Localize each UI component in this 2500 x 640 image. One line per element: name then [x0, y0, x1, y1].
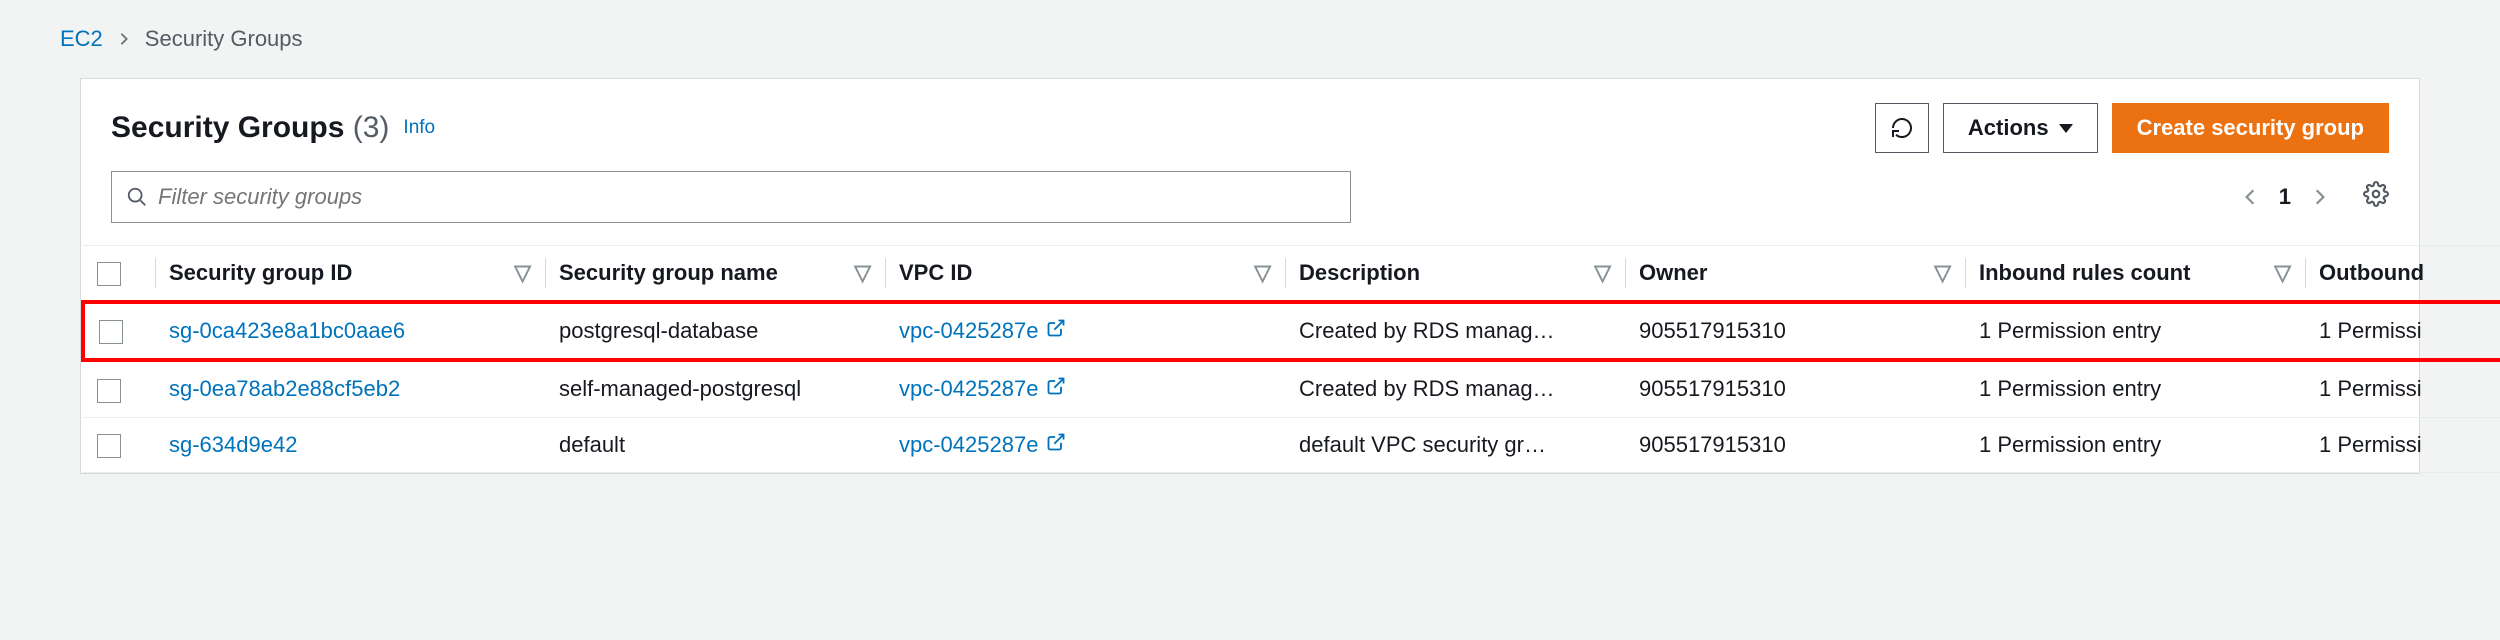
sort-icon: ▽	[514, 260, 531, 286]
sort-icon: ▽	[1594, 260, 1611, 286]
cell-sgid: sg-0ca423e8a1bc0aae6	[155, 302, 545, 360]
cell-desc: Created by RDS manag…	[1285, 302, 1625, 360]
search-input[interactable]	[158, 184, 1336, 210]
vpc-id-link[interactable]: vpc-0425287e	[899, 432, 1038, 458]
sort-icon: ▽	[2274, 260, 2291, 286]
cell-vpc: vpc-0425287e	[885, 360, 1285, 417]
security-group-id-link[interactable]: sg-0ca423e8a1bc0aae6	[169, 318, 405, 343]
security-group-id-link[interactable]: sg-0ea78ab2e88cf5eb2	[169, 376, 400, 401]
breadcrumb: EC2 Security Groups	[0, 0, 2500, 72]
table-row[interactable]: sg-0ca423e8a1bc0aae6 postgresql-database v…	[83, 302, 2500, 360]
cell-inbound: 1 Permission entry	[1965, 360, 2305, 417]
col-header-sgid[interactable]: Security group ID ▽	[155, 246, 545, 303]
cell-owner: 905517915310	[1625, 417, 1965, 472]
col-header-sgname[interactable]: Security group name ▽	[545, 246, 885, 303]
cell-owner: 905517915310	[1625, 360, 1965, 417]
col-header-outbound[interactable]: Outbound	[2305, 246, 2500, 303]
select-all-checkbox[interactable]	[97, 262, 121, 286]
row-select-cell	[83, 360, 155, 417]
row-checkbox[interactable]	[97, 434, 121, 458]
panel-title: Security Groups (3)	[111, 111, 389, 145]
cell-outbound: 1 Permissi	[2305, 417, 2500, 472]
cell-vpc: vpc-0425287e	[885, 417, 1285, 472]
col-header-desc[interactable]: Description ▽	[1285, 246, 1625, 303]
row-select-cell	[83, 302, 155, 360]
cell-sgname: self-managed-postgresql	[545, 360, 885, 417]
next-page-icon[interactable]	[2311, 188, 2329, 206]
search-box[interactable]	[111, 171, 1351, 223]
cell-inbound: 1 Permission entry	[1965, 302, 2305, 360]
actions-button[interactable]: Actions	[1943, 103, 2098, 153]
external-link-icon[interactable]	[1046, 376, 1066, 402]
col-header-owner-label: Owner	[1639, 260, 1707, 285]
prev-page-icon[interactable]	[2241, 188, 2259, 206]
cell-outbound: 1 Permissi	[2305, 302, 2500, 360]
sort-icon: ▽	[1254, 260, 1271, 286]
pagination: 1	[2241, 181, 2389, 213]
security-groups-table: Security group ID▽ Security group name▽ …	[81, 245, 2500, 473]
cell-sgid: sg-634d9e42	[155, 417, 545, 472]
cell-desc: Created by RDS manag…	[1285, 360, 1625, 417]
gear-icon	[2363, 181, 2389, 207]
security-group-id-link[interactable]: sg-634d9e42	[169, 432, 297, 457]
col-header-owner[interactable]: Owner ▽	[1625, 246, 1965, 303]
sort-icon: ▽	[1934, 260, 1951, 286]
cell-sgid: sg-0ea78ab2e88cf5eb2	[155, 360, 545, 417]
col-header-outbound-label: Outbound	[2319, 260, 2424, 285]
panel-count: (3)	[353, 111, 390, 144]
col-header-desc-label: Description	[1299, 260, 1420, 285]
row-checkbox[interactable]	[99, 320, 123, 344]
refresh-icon	[1890, 116, 1914, 140]
panel-header: Security Groups (3) Info Actions Create …	[81, 79, 2419, 171]
table-header-row: Security group ID▽ Security group name▽ …	[83, 246, 2500, 303]
vpc-id-link[interactable]: vpc-0425287e	[899, 376, 1038, 402]
col-header-inbound-label: Inbound rules count	[1979, 260, 2190, 285]
search-icon	[126, 186, 148, 208]
breadcrumb-root-link[interactable]: EC2	[60, 26, 103, 52]
cell-desc: default VPC security gr…	[1285, 417, 1625, 472]
row-checkbox[interactable]	[97, 379, 121, 403]
info-link[interactable]: Info	[403, 117, 435, 139]
cell-vpc: vpc-0425287e	[885, 302, 1285, 360]
chevron-right-icon	[117, 26, 131, 52]
cell-sgname: postgresql-database	[545, 302, 885, 360]
cell-sgname: default	[545, 417, 885, 472]
table-row[interactable]: sg-634d9e42 default vpc-0425287e default VP…	[83, 417, 2500, 472]
col-header-sgname-label: Security group name	[559, 260, 778, 285]
actions-button-label: Actions	[1968, 115, 2049, 141]
refresh-button[interactable]	[1875, 103, 1929, 153]
vpc-id-link[interactable]: vpc-0425287e	[899, 318, 1038, 344]
cell-outbound: 1 Permissi	[2305, 360, 2500, 417]
cell-owner: 905517915310	[1625, 302, 1965, 360]
toolbar: 1	[81, 171, 2419, 245]
security-groups-panel: Security Groups (3) Info Actions Create …	[80, 78, 2420, 474]
panel-title-text: Security Groups	[111, 111, 344, 144]
caret-down-icon	[2059, 124, 2073, 133]
settings-button[interactable]	[2363, 181, 2389, 213]
external-link-icon[interactable]	[1046, 318, 1066, 344]
col-header-select	[83, 246, 155, 303]
col-header-inbound[interactable]: Inbound rules count ▽	[1965, 246, 2305, 303]
sort-icon: ▽	[854, 260, 871, 286]
col-header-vpc[interactable]: VPC ID ▽	[885, 246, 1285, 303]
cell-inbound: 1 Permission entry	[1965, 417, 2305, 472]
page-number: 1	[2279, 184, 2291, 210]
row-select-cell	[83, 417, 155, 472]
create-security-group-button[interactable]: Create security group	[2112, 103, 2389, 153]
table-row[interactable]: sg-0ea78ab2e88cf5eb2 self-managed-postgre…	[83, 360, 2500, 417]
col-header-sgid-label: Security group ID	[169, 260, 352, 285]
breadcrumb-current: Security Groups	[145, 26, 303, 52]
col-header-vpc-label: VPC ID	[899, 260, 972, 285]
external-link-icon[interactable]	[1046, 432, 1066, 458]
